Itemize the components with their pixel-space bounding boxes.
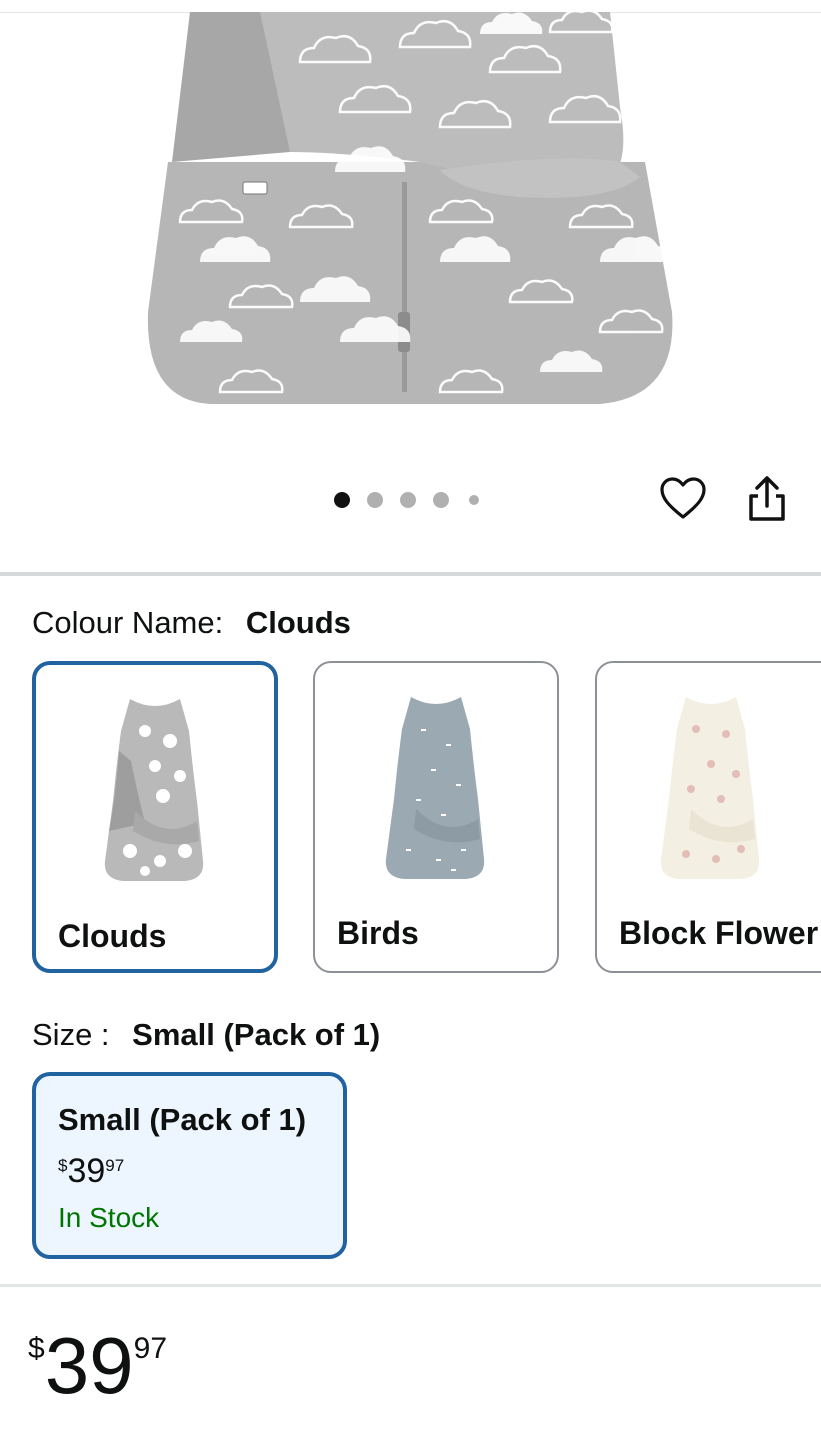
size-option-name: Small (Pack of 1) xyxy=(58,1102,307,1137)
colour-name-label: Colour Name: xyxy=(32,605,224,640)
colour-name-value: Clouds xyxy=(245,605,351,640)
carousel-dot-3[interactable] xyxy=(400,492,416,508)
carousel-dot-4[interactable] xyxy=(433,492,449,508)
colour-option-label: Block Flower xyxy=(619,915,819,951)
colour-name-row: Colour Name: Clouds xyxy=(32,605,351,641)
colour-option-label: Birds xyxy=(337,915,419,951)
share-button[interactable] xyxy=(744,474,790,524)
size-option-small[interactable]: Small (Pack of 1) $3997 In Stock xyxy=(32,1072,347,1259)
price-divider xyxy=(0,1284,821,1287)
wishlist-heart-button[interactable] xyxy=(658,474,708,524)
availability-status: In Stock xyxy=(58,1202,160,1233)
heart-icon xyxy=(660,477,706,519)
colour-option-birds[interactable]: Birds xyxy=(313,661,559,973)
product-image[interactable] xyxy=(140,9,680,412)
birds-thumbnail xyxy=(385,697,485,879)
product-price: $3997 xyxy=(28,1326,167,1406)
size-row: Size : Small (Pack of 1) xyxy=(32,1017,380,1053)
carousel-dot-1[interactable] xyxy=(334,492,350,508)
price-fraction: 97 xyxy=(133,1332,168,1365)
product-image-illustration xyxy=(147,9,673,404)
section-divider xyxy=(0,572,821,576)
carousel-dot-2[interactable] xyxy=(367,492,383,508)
colour-option-block-flower[interactable]: Block Flower xyxy=(595,661,821,973)
size-label: Size : xyxy=(32,1017,110,1052)
colour-option-clouds[interactable]: Clouds xyxy=(32,661,278,973)
image-carousel-dots[interactable] xyxy=(334,490,496,510)
share-icon xyxy=(749,476,785,521)
size-price-currency: $ xyxy=(58,1156,68,1175)
carousel-dot-5[interactable] xyxy=(469,495,479,505)
clouds-thumbnail xyxy=(104,699,204,881)
size-price-whole: 39 xyxy=(67,1152,106,1190)
block-flower-thumbnail xyxy=(660,697,760,879)
price-whole: 39 xyxy=(44,1321,134,1410)
colour-option-label: Clouds xyxy=(58,918,167,954)
size-price-fraction: 97 xyxy=(105,1156,125,1175)
size-value: Small (Pack of 1) xyxy=(132,1017,381,1052)
size-option-price: $3997 xyxy=(58,1152,124,1191)
price-currency: $ xyxy=(28,1332,45,1365)
